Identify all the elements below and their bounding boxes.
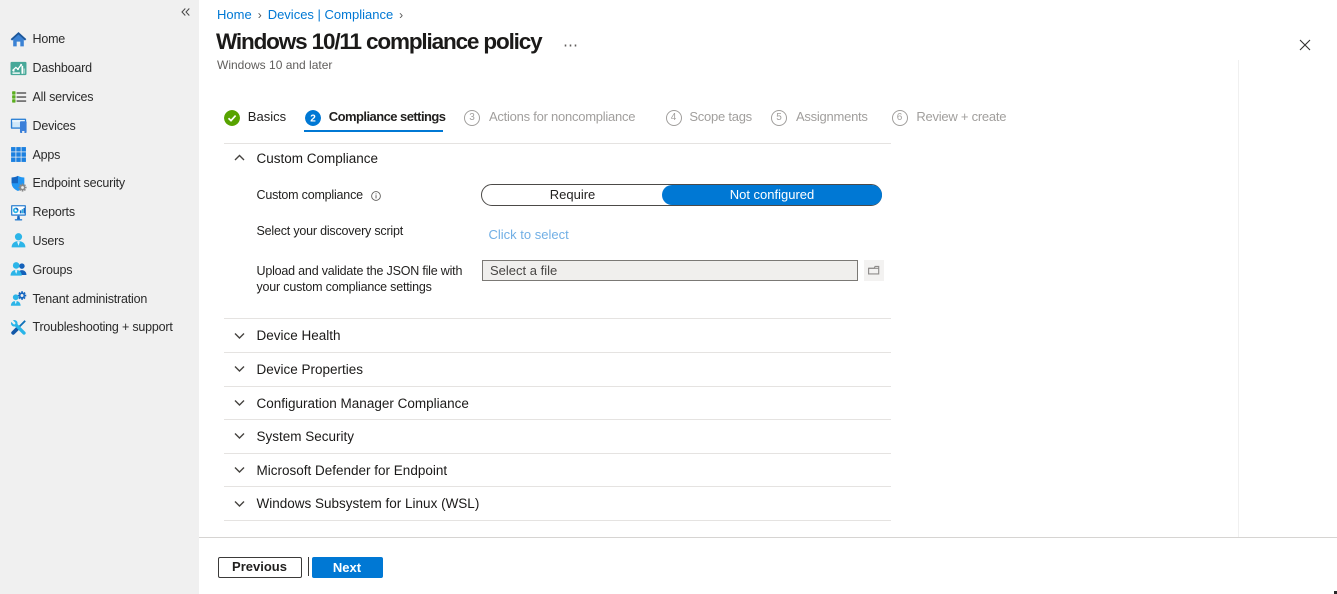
- svg-text:2: 2: [310, 114, 316, 125]
